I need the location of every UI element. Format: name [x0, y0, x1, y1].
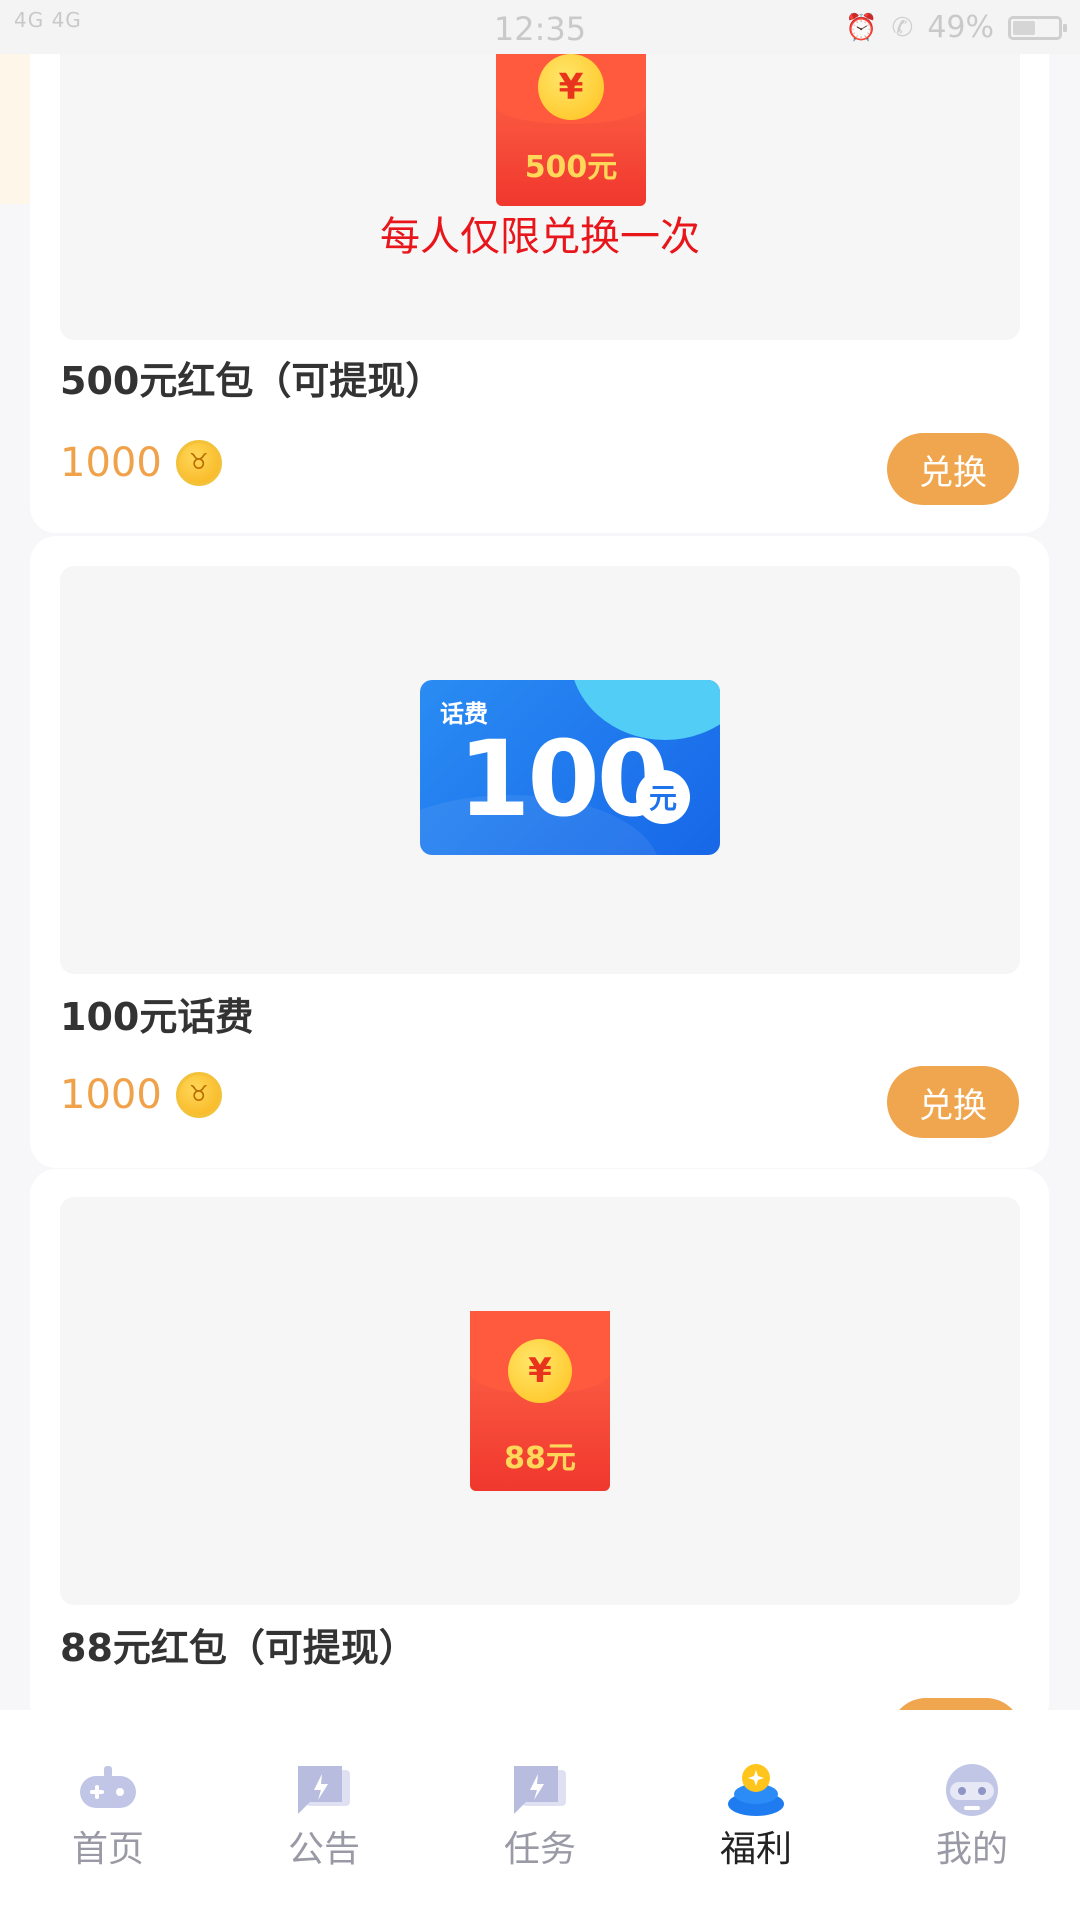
price-value: 1000: [60, 1072, 162, 1118]
battery-percent: 49%: [927, 10, 994, 45]
card-amount: 100: [458, 718, 669, 840]
nav-item-welfare[interactable]: 福利: [648, 1710, 864, 1920]
nav-item-announcement[interactable]: 公告: [216, 1710, 432, 1920]
exchange-button[interactable]: 兑换: [887, 433, 1019, 505]
reward-card: ¥ 88元 88元红包（可提现）: [30, 1169, 1049, 1729]
nav-label: 公告: [287, 1829, 360, 1870]
nav-item-profile[interactable]: 我的: [864, 1710, 1080, 1920]
announcement-icon: [294, 1762, 354, 1818]
gamepad-icon: [78, 1762, 138, 1818]
alarm-icon: ⏰: [845, 12, 878, 43]
nav-item-home[interactable]: 首页: [0, 1710, 216, 1920]
phone-credit-image: 话费 100 元: [420, 680, 720, 855]
price-value: 1000: [60, 440, 162, 486]
envelope-amount: 500元: [524, 150, 618, 185]
welfare-icon: [726, 1762, 786, 1818]
status-bar: 4G 4G 12:35 ⏰ ✆ 49%: [0, 0, 1080, 54]
reward-card: 话费 100 元 100元话费 1000 ♉ 兑换: [30, 536, 1049, 1168]
yuan-coin-icon: ¥: [538, 54, 604, 120]
nav-label: 首页: [71, 1829, 144, 1870]
bottom-nav: 首页 公告 任务 福利 我的: [0, 1710, 1080, 1920]
red-envelope-image: ¥ 88元: [470, 1311, 610, 1491]
reward-price: 1000 ♉: [60, 440, 222, 486]
exchange-button[interactable]: 兑换: [887, 1066, 1019, 1138]
nav-label: 福利: [719, 1829, 792, 1870]
nav-label: 我的: [935, 1829, 1008, 1870]
call-icon: ✆: [891, 12, 914, 43]
nav-item-tasks[interactable]: 任务: [432, 1710, 648, 1920]
yuan-coin-icon: ¥: [508, 1339, 572, 1403]
task-icon: [510, 1762, 570, 1818]
reward-price: 1000 ♉: [60, 1072, 222, 1118]
coin-icon: ♉: [175, 1072, 222, 1118]
limit-note: 每人仅限兑换一次: [380, 214, 700, 260]
envelope-amount: 88元: [504, 1441, 576, 1476]
nav-label: 任务: [503, 1829, 576, 1870]
status-right: ⏰ ✆ 49%: [845, 10, 1067, 45]
reward-image: 话费 100 元: [60, 566, 1020, 974]
decorative-strip: [0, 54, 30, 204]
red-envelope-image: ¥ 500元: [496, 54, 646, 206]
battery-icon: [1008, 15, 1067, 40]
reward-card: ¥ 500元 每人仅限兑换一次 500元红包（可提现） 1000 ♉ 兑换: [30, 0, 1049, 533]
robot-profile-icon: [942, 1762, 1002, 1818]
card-unit: 元: [636, 770, 690, 824]
reward-name: 500元红包（可提现）: [60, 359, 444, 403]
reward-name: 100元话费: [60, 995, 254, 1039]
reward-image: ¥ 88元: [60, 1197, 1020, 1605]
coin-icon: ♉: [175, 440, 222, 486]
reward-name: 88元红包（可提现）: [60, 1626, 417, 1670]
